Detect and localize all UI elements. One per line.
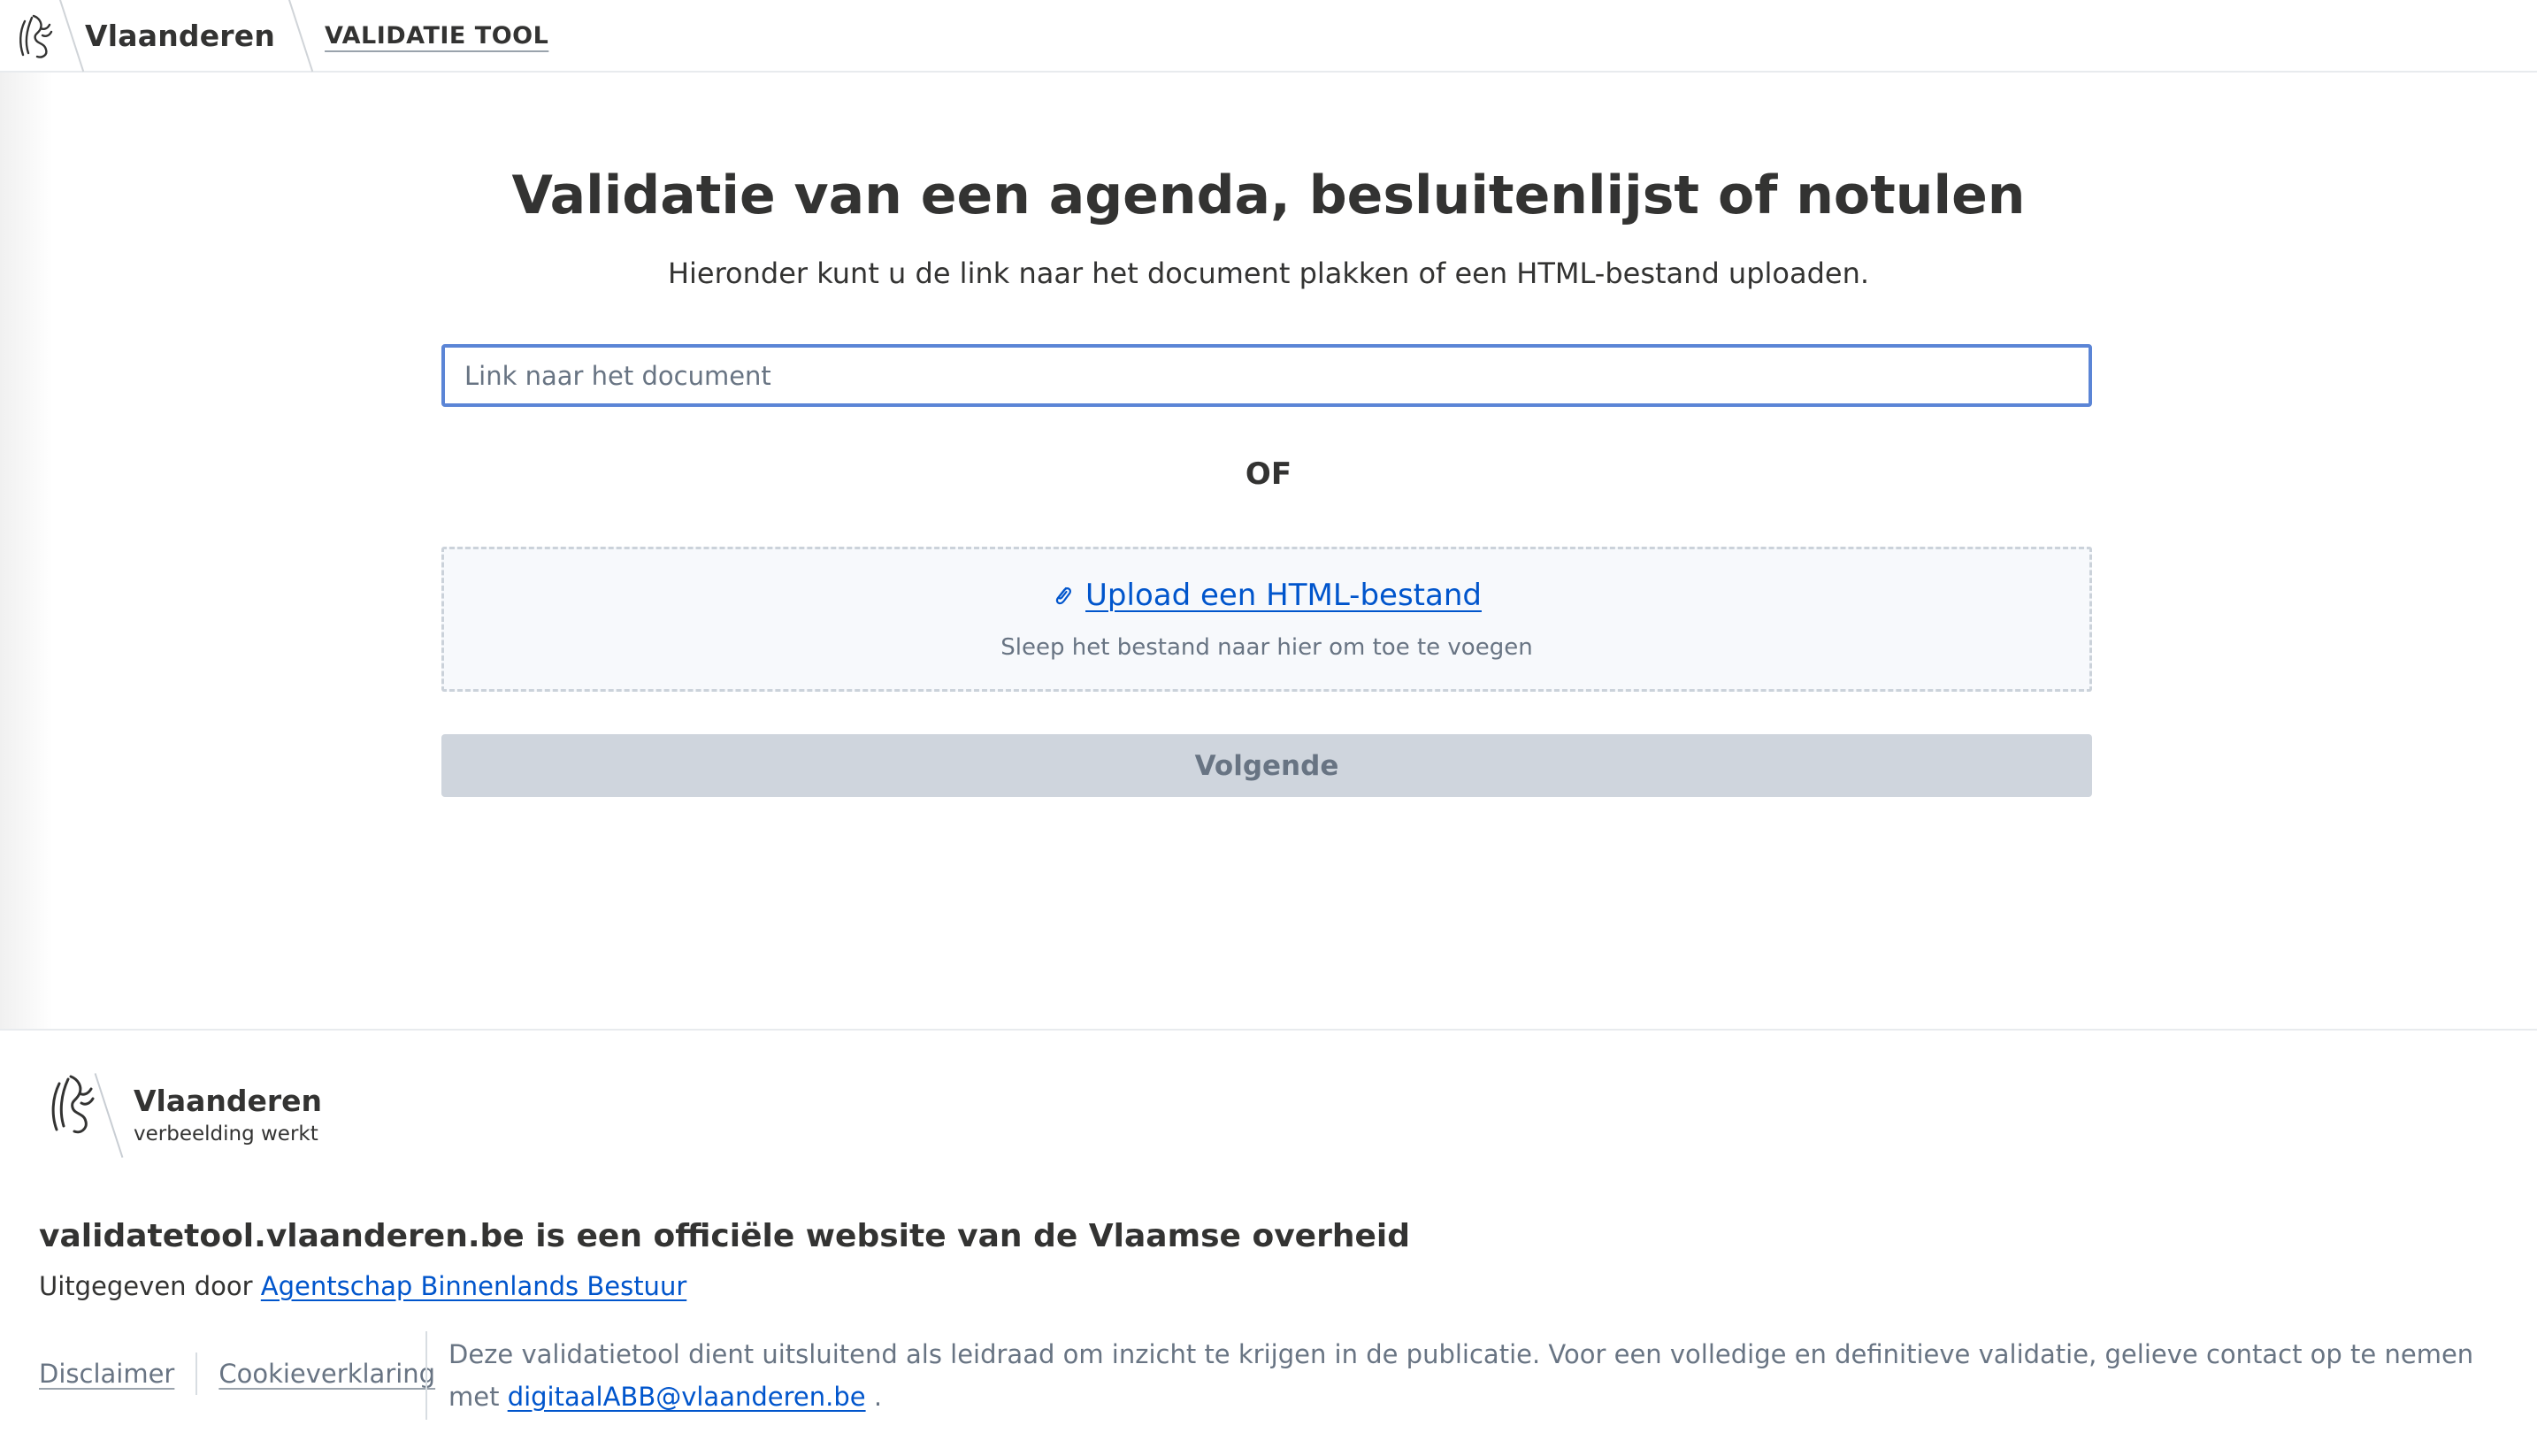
next-button[interactable]: Volgende xyxy=(441,734,2092,797)
contact-email-link[interactable]: digitaalABB@vlaanderen.be xyxy=(508,1382,866,1412)
site-footer: Vlaanderen verbeelding werkt validatetoo… xyxy=(0,1029,2537,1456)
upload-link-label[interactable]: Upload een HTML-bestand xyxy=(1085,578,1482,613)
app-name-link[interactable]: VALIDATIE TOOL xyxy=(325,22,548,50)
disclaimer-end: . xyxy=(873,1382,883,1412)
footer-publisher: Uitgegeven door Agentschap Binnenlands B… xyxy=(39,1271,686,1301)
footer-links: Disclaimer Cookieverklaring xyxy=(39,1353,435,1395)
site-header: Vlaanderen VALIDATIE TOOL xyxy=(0,0,2537,73)
page: Vlaanderen VALIDATIE TOOL Validatie van … xyxy=(0,0,2537,1456)
upload-link[interactable]: Upload een HTML-bestand xyxy=(444,578,2089,613)
flemish-lion-icon xyxy=(48,1068,97,1138)
footer-disclaimer: Deze validatietool dient uitsluitend als… xyxy=(448,1333,2483,1418)
footer-brand: Vlaanderen xyxy=(134,1084,323,1118)
header-brand[interactable]: Vlaanderen xyxy=(73,19,300,53)
disclaimer-link[interactable]: Disclaimer xyxy=(39,1359,174,1389)
upload-dropzone[interactable]: Upload een HTML-bestand Sleep het bestan… xyxy=(441,547,2092,692)
page-title: Validatie van een agenda, besluitenlijst… xyxy=(511,165,2026,226)
footer-tagline: verbeelding werkt xyxy=(134,1123,318,1146)
footer-divider xyxy=(425,1331,427,1420)
footer-logo-divider xyxy=(94,1073,124,1158)
upload-hint: Sleep het bestand naar hier om toe te vo… xyxy=(1000,634,1533,661)
or-separator: OF xyxy=(1245,456,1292,492)
flemish-lion-icon[interactable] xyxy=(0,0,71,72)
document-link-input[interactable] xyxy=(441,344,2092,407)
footer-title: validatetool.vlaanderen.be is een offici… xyxy=(39,1218,1410,1254)
publisher-link[interactable]: Agentschap Binnenlands Bestuur xyxy=(261,1271,686,1301)
cookie-statement-link[interactable]: Cookieverklaring xyxy=(218,1359,435,1389)
footer-link-divider xyxy=(195,1353,198,1395)
publisher-prefix: Uitgegeven door xyxy=(39,1271,253,1301)
intro-text: Hieronder kunt u de link naar het docume… xyxy=(667,257,1870,290)
paperclip-icon xyxy=(1052,583,1073,608)
